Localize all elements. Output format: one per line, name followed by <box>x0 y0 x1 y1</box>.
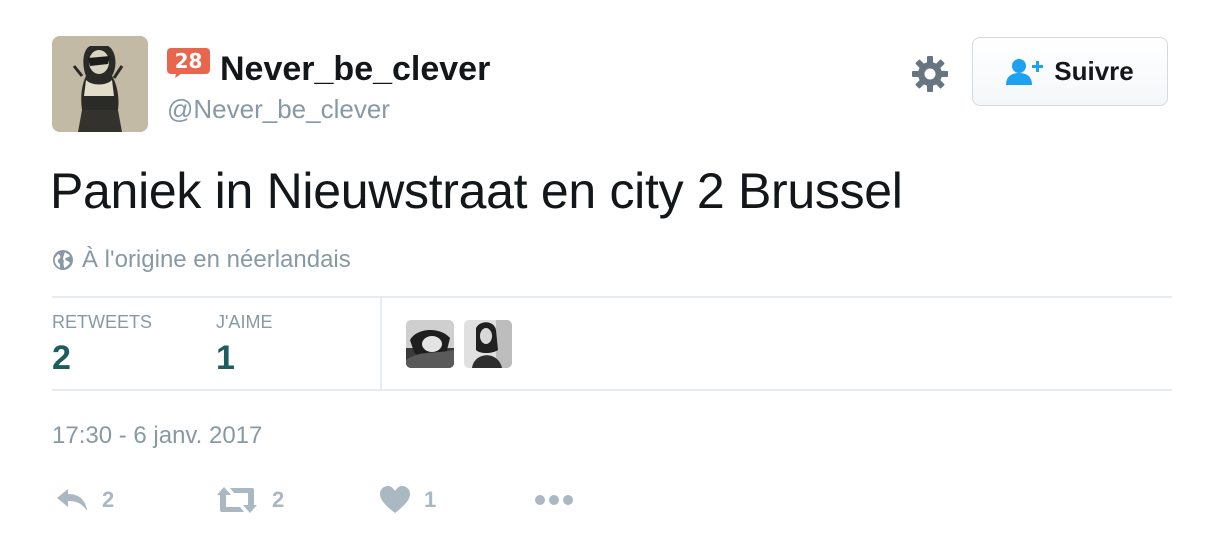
retweets-stat[interactable]: RETWEETS 2 <box>52 312 152 378</box>
likes-stat[interactable]: J'AIME 1 <box>216 312 272 378</box>
more-button[interactable] <box>534 482 574 518</box>
follow-button-label: Suivre <box>1054 56 1134 86</box>
liker-avatar[interactable] <box>406 320 454 368</box>
divider <box>52 389 1172 391</box>
translation-label: À l'origine en néerlandais <box>82 246 351 273</box>
settings-button[interactable] <box>910 54 950 94</box>
add-user-icon <box>1006 58 1044 85</box>
retweet-count: 2 <box>272 487 285 512</box>
like-count: 1 <box>424 487 437 512</box>
retweets-label: RETWEETS <box>52 312 153 332</box>
badge-count: 28 <box>174 49 203 73</box>
liker-avatar[interactable] <box>464 320 512 368</box>
divider <box>52 296 1172 298</box>
liker-avatar-image <box>464 320 512 368</box>
translation-link[interactable]: À l'origine en néerlandais <box>52 246 351 274</box>
divider <box>380 297 382 390</box>
avatar-image <box>52 36 148 132</box>
globe-icon <box>53 250 73 270</box>
heart-icon <box>380 486 410 513</box>
reply-button[interactable]: 2 <box>56 482 114 518</box>
avatar[interactable] <box>52 36 148 132</box>
follow-button[interactable]: Suivre <box>972 37 1168 106</box>
display-name[interactable]: Never_be_clever <box>220 50 490 89</box>
tweet-timestamp[interactable]: 17:30 - 6 janv. 2017 <box>52 422 262 450</box>
notification-badge[interactable]: 28 <box>167 48 210 78</box>
like-button[interactable]: 1 <box>380 482 436 518</box>
likes-value: 1 <box>216 339 235 377</box>
reply-count: 2 <box>102 487 115 512</box>
retweet-button[interactable]: 2 <box>216 482 284 518</box>
liker-avatar-image <box>406 320 454 368</box>
screen-name[interactable]: @Never_be_clever <box>167 94 390 125</box>
tweet-text: Paniek in Nieuwstraat en city 2 Brussel <box>50 163 903 219</box>
retweets-value: 2 <box>52 339 71 377</box>
tweet-card: 28 Never_be_clever @Never_be_clever Suiv… <box>0 0 1222 560</box>
likes-label: J'AIME <box>216 312 273 332</box>
more-icon <box>535 495 573 505</box>
reply-icon <box>57 489 87 511</box>
retweet-icon <box>217 487 257 513</box>
gear-icon <box>912 56 948 92</box>
